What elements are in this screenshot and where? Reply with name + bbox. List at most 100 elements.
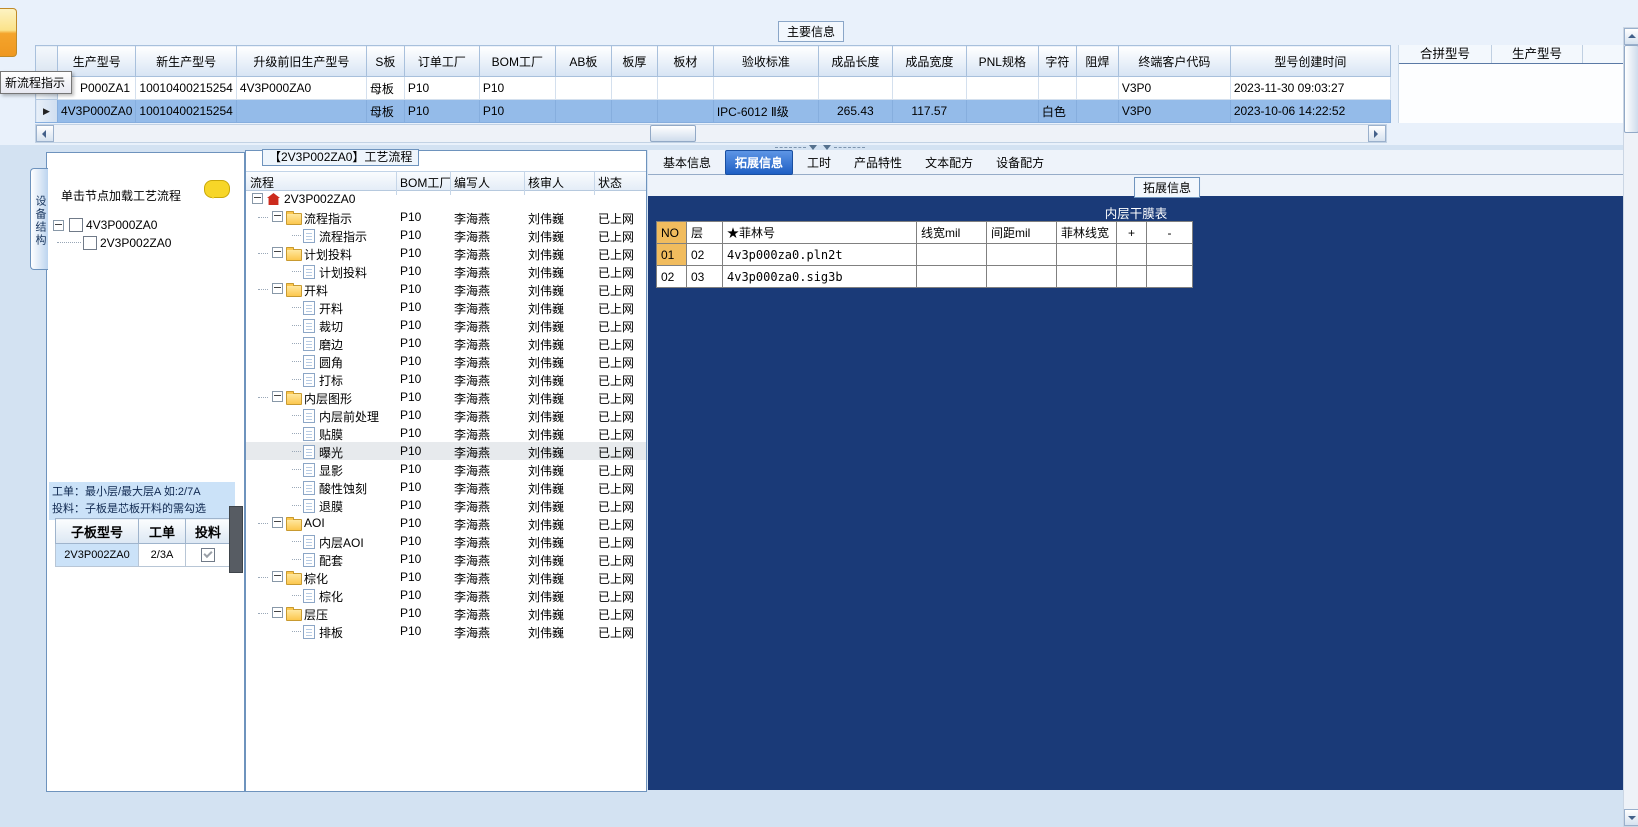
col-process[interactable]: 流程 bbox=[250, 174, 274, 191]
grid-cell[interactable]: 117.57 bbox=[892, 99, 967, 123]
film-cell[interactable]: 4v3p000za0.sig3b bbox=[722, 265, 917, 288]
process-row[interactable]: 流程指示 P10 李海燕 刘伟巍 已上网 bbox=[246, 208, 646, 226]
process-row[interactable]: 内层图形 P10 李海燕 刘伟巍 已上网 bbox=[246, 388, 646, 406]
film-row[interactable]: 02 03 4v3p000za0.sig3b bbox=[656, 265, 1193, 288]
grid-row[interactable]: ▶ 4V3P000ZA0 10010400215254 母板 P10 P10 IPC-601… bbox=[35, 99, 1391, 123]
film-cell[interactable] bbox=[1146, 265, 1193, 288]
row-selector[interactable]: ▶ bbox=[35, 99, 58, 123]
column-header[interactable]: 新生产型号 bbox=[135, 45, 237, 77]
grid-cell[interactable]: IPC-6012 Ⅱ级 bbox=[713, 99, 819, 123]
grid-cell[interactable]: 2023-11-30 09:03:27 bbox=[1230, 76, 1391, 100]
grid-cell[interactable] bbox=[1076, 76, 1119, 100]
expand-toggle-icon[interactable] bbox=[252, 193, 263, 204]
film-cell[interactable] bbox=[1056, 243, 1117, 266]
tab-device-recipe[interactable]: 设备配方 bbox=[987, 151, 1053, 174]
grid-cell[interactable]: 白色 bbox=[1038, 99, 1077, 123]
grid-cell[interactable]: P10 bbox=[404, 99, 480, 123]
grid-cell[interactable] bbox=[966, 76, 1039, 100]
column-header[interactable]: S板 bbox=[365, 45, 405, 77]
process-row[interactable]: 打标 P10 李海燕 刘伟巍 已上网 bbox=[246, 370, 646, 388]
column-header[interactable]: 验收标准 bbox=[712, 45, 819, 77]
column-header[interactable]: BOM工厂 bbox=[478, 45, 556, 77]
board-workorder-cell[interactable]: 2/3A bbox=[138, 543, 186, 567]
grid-cell[interactable]: 265.43 bbox=[818, 99, 893, 123]
film-cell[interactable] bbox=[986, 265, 1057, 288]
tree-node-label[interactable]: 4V3P000ZA0 bbox=[86, 218, 157, 232]
column-header[interactable]: PNL规格 bbox=[965, 45, 1039, 77]
node-checkbox[interactable] bbox=[83, 236, 97, 250]
main-grid-hscrollbar[interactable] bbox=[35, 124, 1387, 143]
grid-cell[interactable] bbox=[1038, 76, 1077, 100]
grid-cell[interactable]: V3P0 bbox=[1118, 99, 1231, 123]
grid-cell[interactable] bbox=[892, 76, 967, 100]
process-row[interactable]: 计划投料 P10 李海燕 刘伟巍 已上网 bbox=[246, 244, 646, 262]
grid-cell[interactable] bbox=[611, 99, 658, 123]
process-row[interactable]: 内层前处理 P10 李海燕 刘伟巍 已上网 bbox=[246, 406, 646, 424]
film-cell[interactable] bbox=[1116, 243, 1147, 266]
film-column-header[interactable]: NO bbox=[656, 221, 687, 244]
column-header[interactable]: AB板 bbox=[554, 45, 612, 77]
film-cell[interactable] bbox=[1116, 265, 1147, 288]
col-sub-board-model[interactable]: 子板型号 bbox=[55, 518, 139, 544]
grid-cell[interactable]: 10010400215254 bbox=[135, 76, 237, 100]
col-status[interactable]: 状态 bbox=[593, 171, 622, 195]
process-row[interactable]: 开料 P10 李海燕 刘伟巍 已上网 bbox=[246, 280, 646, 298]
col-combine-model[interactable]: 合拼型号 bbox=[1399, 45, 1492, 63]
film-cell[interactable]: 4v3p000za0.pln2t bbox=[722, 243, 917, 266]
column-header[interactable]: 板材 bbox=[656, 45, 714, 77]
process-row[interactable]: 棕化 P10 李海燕 刘伟巍 已上网 bbox=[246, 586, 646, 604]
grid-cell[interactable]: 4V3P000ZA0 bbox=[57, 99, 137, 123]
grid-cell[interactable]: 母板 bbox=[366, 99, 405, 123]
process-row[interactable]: 裁切 P10 李海燕 刘伟巍 已上网 bbox=[246, 316, 646, 334]
film-cell[interactable] bbox=[1056, 265, 1117, 288]
process-row[interactable]: 层压 P10 李海燕 刘伟巍 已上网 bbox=[246, 604, 646, 622]
process-row[interactable]: 圆角 P10 李海燕 刘伟巍 已上网 bbox=[246, 352, 646, 370]
expand-toggle-icon[interactable] bbox=[272, 391, 283, 402]
expand-toggle-icon[interactable] bbox=[53, 220, 64, 231]
grid-cell[interactable] bbox=[657, 76, 714, 100]
process-row[interactable]: 排板 P10 李海燕 刘伟巍 已上网 bbox=[246, 622, 646, 640]
process-row[interactable]: 显影 P10 李海燕 刘伟巍 已上网 bbox=[246, 460, 646, 478]
col-work-order[interactable]: 工单 bbox=[138, 518, 186, 544]
grid-cell[interactable] bbox=[818, 76, 893, 100]
film-column-header[interactable]: 线宽mil bbox=[916, 221, 987, 244]
expand-toggle-icon[interactable] bbox=[272, 607, 283, 618]
col-feeding[interactable]: 投料 bbox=[185, 518, 231, 544]
process-row[interactable]: 棕化 P10 李海燕 刘伟巍 已上网 bbox=[246, 568, 646, 586]
column-header[interactable]: 成品长度 bbox=[817, 45, 893, 77]
process-row[interactable]: 酸性蚀刻 P10 李海燕 刘伟巍 已上网 bbox=[246, 478, 646, 496]
col-bom-factory[interactable]: BOM工厂 bbox=[395, 171, 451, 195]
process-row[interactable]: 退膜 P10 李海燕 刘伟巍 已上网 bbox=[246, 496, 646, 514]
app-vscrollbar[interactable] bbox=[1623, 27, 1638, 827]
film-cell[interactable] bbox=[916, 265, 987, 288]
grid-cell[interactable] bbox=[555, 99, 612, 123]
column-header[interactable]: 板厚 bbox=[610, 45, 658, 77]
column-header[interactable]: 订单工厂 bbox=[403, 45, 480, 77]
film-column-header[interactable]: 层 bbox=[686, 221, 723, 244]
column-header[interactable]: 终端客户代码 bbox=[1117, 45, 1231, 77]
expand-toggle-icon[interactable] bbox=[272, 283, 283, 294]
grid-cell[interactable]: P10 bbox=[479, 99, 556, 123]
scroll-down-button[interactable] bbox=[1624, 809, 1638, 826]
col-reviewer[interactable]: 核审人 bbox=[523, 171, 564, 195]
board-model-cell[interactable]: 2V3P002ZA0 bbox=[55, 543, 139, 567]
expand-toggle-icon[interactable] bbox=[272, 211, 283, 222]
grid-cell[interactable]: 10010400215254 bbox=[135, 99, 237, 123]
grid-cell[interactable]: P10 bbox=[479, 76, 556, 100]
grid-cell[interactable] bbox=[657, 99, 714, 123]
process-row[interactable]: 配套 P10 李海燕 刘伟巍 已上网 bbox=[246, 550, 646, 568]
process-row[interactable]: 2V3P002ZA0 bbox=[246, 190, 646, 208]
film-column-header[interactable]: 间距mil bbox=[986, 221, 1057, 244]
process-row[interactable]: 计划投料 P10 李海燕 刘伟巍 已上网 bbox=[246, 262, 646, 280]
grid-cell[interactable]: V3P0 bbox=[1118, 76, 1231, 100]
mini-scrollbar[interactable] bbox=[229, 506, 243, 573]
tab-work-hours[interactable]: 工时 bbox=[798, 151, 840, 174]
grid-cell[interactable] bbox=[611, 76, 658, 100]
column-header[interactable]: 阻焊 bbox=[1075, 45, 1119, 77]
film-cell[interactable]: 03 bbox=[686, 265, 723, 288]
grid-cell[interactable]: 母板 bbox=[366, 76, 405, 100]
process-row[interactable]: AOI P10 李海燕 刘伟巍 已上网 bbox=[246, 514, 646, 532]
grid-cell[interactable] bbox=[966, 99, 1039, 123]
column-header[interactable]: 成品宽度 bbox=[891, 45, 967, 77]
tab-basic-info[interactable]: 基本信息 bbox=[654, 151, 720, 174]
